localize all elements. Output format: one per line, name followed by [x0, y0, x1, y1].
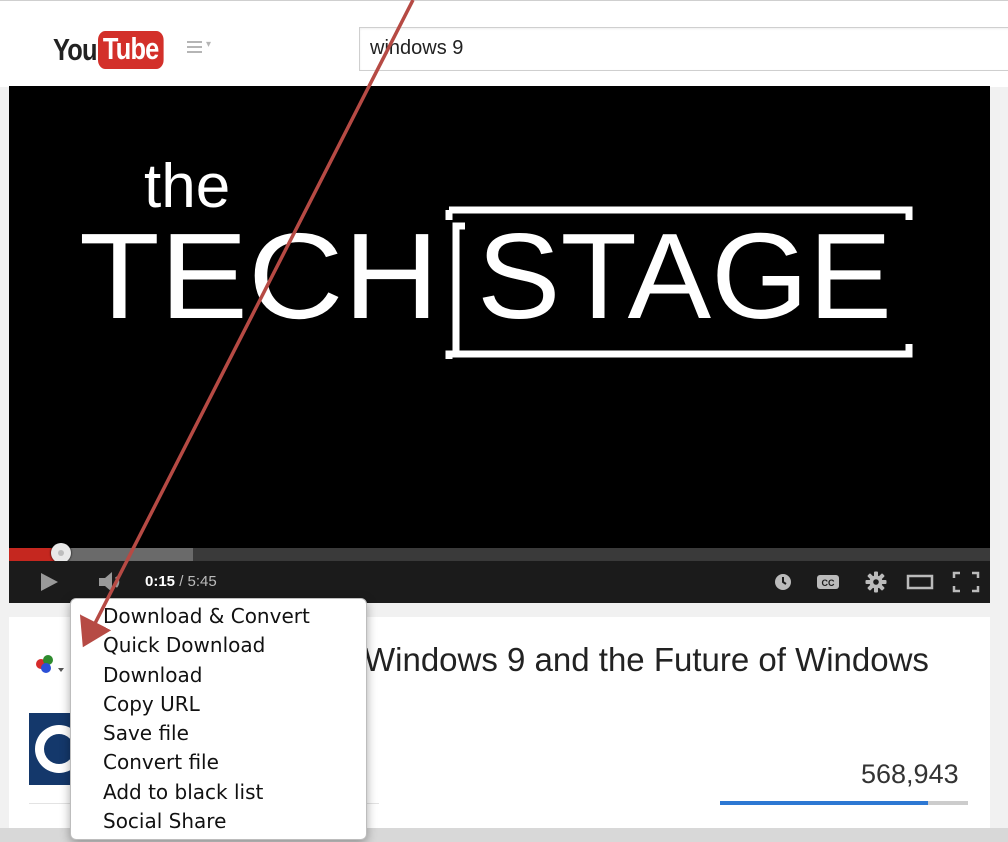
menu-item-download-convert[interactable]: Download & Convert — [71, 602, 366, 631]
masthead: You Tube ▾ — [0, 0, 1008, 87]
volume-button[interactable] — [95, 561, 129, 603]
captions-button[interactable]: CC — [813, 561, 843, 603]
menu-item-save-file[interactable]: Save file — [71, 719, 366, 748]
duration: 5:45 — [187, 573, 217, 590]
time-separator: / — [175, 573, 188, 590]
extension-menu-trigger[interactable] — [33, 652, 73, 678]
like-ratio-fill — [720, 801, 929, 805]
menu-item-convert-file[interactable]: Convert file — [71, 748, 366, 777]
fullscreen-icon — [952, 571, 980, 593]
title-card-tech: TECH — [79, 208, 439, 344]
captions-icon: CC — [817, 575, 839, 589]
volume-icon — [99, 572, 120, 592]
youtube-logo[interactable]: You Tube — [53, 31, 178, 69]
menu-item-quick-download[interactable]: Quick Download — [71, 631, 366, 660]
current-time: 0:15 — [145, 573, 176, 590]
play-icon — [41, 573, 58, 591]
guide-menu-button[interactable]: ▾ — [187, 39, 227, 59]
menu-item-social-share[interactable]: Social Share — [71, 807, 366, 836]
hamburger-icon — [187, 41, 202, 56]
video-player[interactable]: the TECH STAGE 0:15 / 5:45 CC — [9, 86, 990, 603]
time-display: 0:15 / 5:45 — [145, 573, 217, 590]
search-input[interactable] — [370, 37, 970, 60]
like-ratio-bar — [720, 801, 968, 805]
menu-item-add-to-black-list[interactable]: Add to black list — [71, 778, 366, 807]
logo-tube-text: Tube — [98, 31, 164, 69]
menu-item-download[interactable]: Download — [71, 661, 366, 690]
gear-icon — [865, 571, 887, 593]
settings-button[interactable] — [861, 561, 891, 603]
search-box[interactable] — [359, 27, 1008, 71]
logo-you-text: You — [53, 32, 97, 67]
fullscreen-button[interactable] — [949, 561, 983, 603]
progress-scrubber-handle[interactable] — [50, 543, 71, 563]
player-controls: 0:15 / 5:45 CC — [9, 561, 990, 603]
video-frame-title-card: the TECH STAGE — [79, 152, 913, 359]
caret-down-icon: ▾ — [206, 39, 212, 50]
watch-later-button[interactable] — [771, 561, 795, 603]
video-title: Windows 9 and the Future of Windows — [364, 641, 929, 678]
theater-mode-button[interactable] — [903, 561, 937, 603]
view-count: 568,943 — [861, 759, 959, 789]
extension-icon — [36, 655, 64, 673]
extension-dropdown-menu: Download & Convert Quick Download Download… — [70, 598, 367, 840]
menu-item-copy-url[interactable]: Copy URL — [71, 690, 366, 719]
menu-list: Download & Convert Quick Download Download… — [71, 599, 366, 836]
progress-bar[interactable] — [9, 543, 990, 563]
play-button[interactable] — [35, 561, 63, 603]
svg-text:CC: CC — [822, 578, 835, 588]
clock-icon — [775, 574, 791, 590]
title-card-stage: STAGE — [477, 208, 892, 344]
theater-mode-icon — [906, 574, 934, 590]
